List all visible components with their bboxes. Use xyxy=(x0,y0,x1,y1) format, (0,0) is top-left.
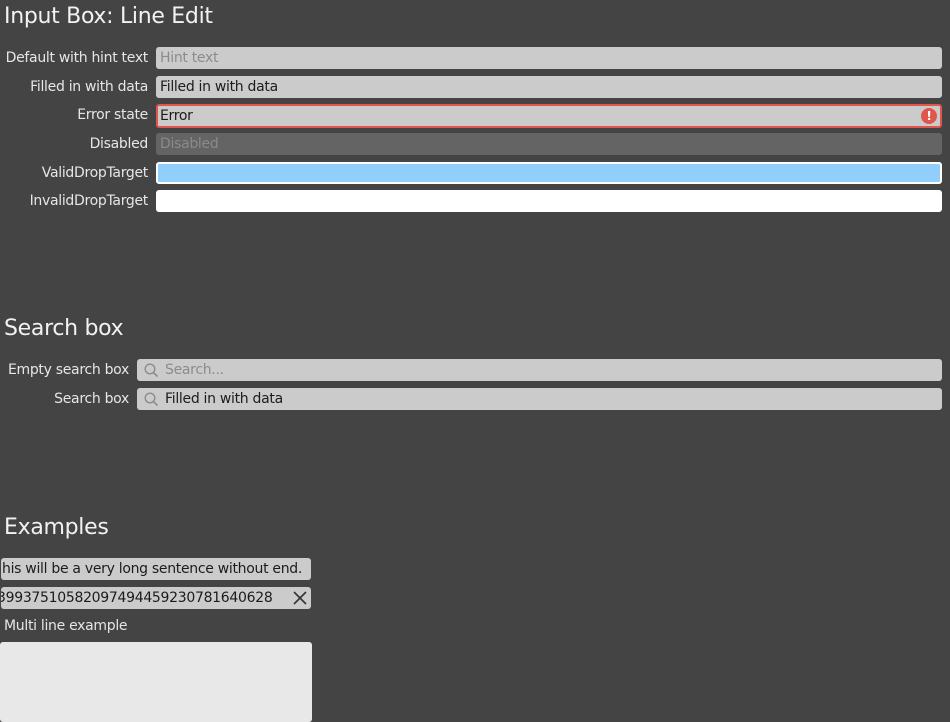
line-edit-disabled: Disabled xyxy=(156,133,942,155)
line-edit-valid-drop-target[interactable] xyxy=(156,162,942,184)
placeholder-text: Search... xyxy=(165,362,224,378)
line-edit-error[interactable]: Error ! xyxy=(156,104,942,128)
section-title-line-edit: Input Box: Line Edit xyxy=(4,4,213,29)
placeholder-text: Hint text xyxy=(160,50,219,66)
search-input-filled[interactable]: Filled in with data xyxy=(137,388,942,410)
label-search-box: Search box xyxy=(54,391,129,407)
label-empty-search-box: Empty search box xyxy=(7,362,129,378)
section-title-search-box: Search box xyxy=(4,316,124,341)
search-icon xyxy=(144,363,158,377)
label-default-hint: Default with hint text xyxy=(5,50,149,66)
line-edit-long-sentence[interactable]: his will be a very long sentence without… xyxy=(1,558,311,580)
section-title-examples: Examples xyxy=(4,515,109,540)
label-error-state: Error state xyxy=(77,107,148,123)
input-value: Error xyxy=(160,108,193,124)
line-edit-filled[interactable]: Filled in with data xyxy=(156,76,942,98)
line-edit-default-hint[interactable]: Hint text xyxy=(156,47,942,69)
line-edit-long-number[interactable]: 39937510582097494459230781640628 xyxy=(1,587,311,609)
label-filled: Filled in with data xyxy=(30,79,148,95)
input-value: 39937510582097494459230781640628 xyxy=(1,590,273,606)
input-value: Filled in with data xyxy=(165,391,283,407)
error-exclamation-icon: ! xyxy=(921,108,937,124)
line-edit-invalid-drop-target[interactable] xyxy=(156,190,942,212)
label-multi-line-example: Multi line example xyxy=(4,618,128,634)
close-x-icon[interactable] xyxy=(292,590,308,606)
search-icon xyxy=(144,392,158,406)
input-value: his will be a very long sentence without… xyxy=(2,561,303,577)
label-valid-drop-target: ValidDropTarget xyxy=(41,165,149,181)
input-value: Filled in with data xyxy=(160,79,278,95)
placeholder-text: Disabled xyxy=(160,136,219,152)
label-disabled: Disabled xyxy=(89,136,149,152)
multi-line-text-area[interactable] xyxy=(0,642,312,722)
label-invalid-drop-target: InvalidDropTarget xyxy=(29,193,149,209)
search-input-empty[interactable]: Search... xyxy=(137,359,942,381)
